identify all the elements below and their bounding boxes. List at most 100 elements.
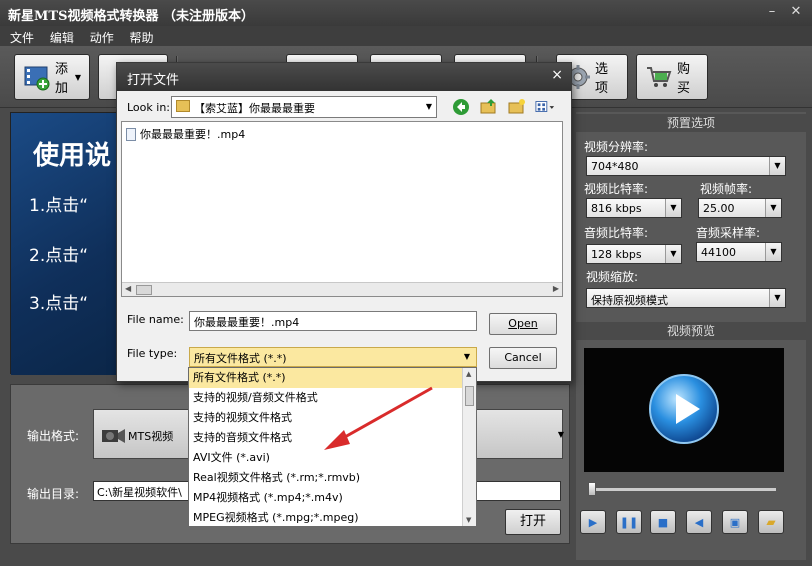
cancel-button[interactable]: Cancel [489, 347, 557, 369]
seek-track[interactable] [590, 488, 776, 491]
cart-icon [645, 62, 673, 92]
file-name-label: File name: [127, 313, 184, 326]
instruction-heading: 使用说 [33, 141, 112, 171]
presets-header: 预置选项 [576, 114, 806, 132]
look-in-value: 【索艾蓝】你最最最重要 [194, 102, 315, 115]
menu-file[interactable]: 文件 [10, 26, 34, 46]
sample-rate-select[interactable]: 44100 ▼ [696, 242, 782, 262]
audio-bitrate-value: 128 kbps [591, 248, 642, 261]
scroll-down-icon[interactable]: ▼ [466, 516, 471, 524]
buy-button[interactable]: 购买 [636, 54, 708, 100]
resolution-select[interactable]: 704*480 ▼ [586, 156, 786, 176]
chevron-down-icon: ▼ [765, 199, 781, 217]
stop-button[interactable]: ■ [650, 510, 676, 534]
close-window-button[interactable]: ✕ [786, 3, 806, 21]
play-button[interactable]: ▶ [580, 510, 606, 534]
fps-select[interactable]: 25.00 ▼ [698, 198, 782, 218]
look-in-select[interactable]: 【索艾蓝】你最最最重要 ▼ [171, 96, 437, 118]
scroll-right-icon[interactable]: ▶ [553, 284, 559, 293]
file-type-value: 所有文件格式 (*.*) [194, 352, 287, 365]
file-type-option[interactable]: Real视频文件格式 (*.rm;*.rmvb) [189, 468, 476, 488]
file-list[interactable]: 你最最最重要！.mp4 ◀ ▶ [121, 121, 563, 297]
chevron-down-icon: ▼ [557, 430, 564, 439]
sample-rate-value: 44100 [701, 246, 736, 259]
minimize-button[interactable]: – [762, 3, 782, 21]
chevron-down-icon: ▼ [463, 352, 471, 361]
video-bitrate-label: 视频比特率: [584, 182, 649, 196]
window-title: 新星MTS视频格式转换器 （未注册版本） [8, 9, 254, 24]
instruction-banner: 使用说 1.点击“ 2.点击“ 3.点击“ [11, 113, 121, 375]
resolution-value: 704*480 [591, 160, 639, 173]
folder-icon [176, 100, 190, 112]
presets-panel: 预置选项 视频分辨率: 704*480 ▼ 视频比特率: 视频帧率: 816 k… [576, 112, 806, 560]
film-add-icon [23, 62, 51, 92]
open-button-label: Open [508, 317, 538, 330]
open-file-dialog: 打开文件 × Look in: 【索艾蓝】你最最最重要 ▼ 你最最最重要！.mp… [116, 62, 572, 382]
audio-bitrate-label: 音频比特率: [584, 226, 649, 240]
menu-help[interactable]: 帮助 [130, 26, 154, 46]
play-icon[interactable] [647, 372, 721, 449]
open-output-folder-button[interactable]: ▰ [758, 510, 784, 534]
video-scale-select[interactable]: 保持原视频模式 ▼ [586, 288, 786, 308]
camera-small-icon: ▣ [729, 515, 741, 529]
output-dir-label: 输出目录: [27, 487, 80, 501]
title-bar: 新星MTS视频格式转换器 （未注册版本） – ✕ [0, 0, 812, 26]
menu-edit[interactable]: 编辑 [50, 26, 74, 46]
dialog-title: 打开文件 [127, 73, 180, 88]
seek-handle[interactable] [588, 482, 596, 496]
snapshot-button[interactable]: ▣ [722, 510, 748, 534]
annotation-arrow-icon [324, 386, 433, 450]
back-icon[interactable] [451, 97, 471, 117]
look-in-label: Look in: [127, 101, 170, 114]
file-item[interactable]: 你最最最重要！.mp4 [126, 126, 245, 142]
menu-action[interactable]: 动作 [90, 26, 114, 46]
new-folder-icon[interactable] [507, 97, 527, 117]
instruction-step-1: 1.点击“ [29, 196, 89, 216]
file-item-name: 你最最最重要！.mp4 [140, 128, 246, 141]
file-type-select[interactable]: 所有文件格式 (*.*) ▼ [189, 347, 477, 367]
output-format-value: MTS视频 [128, 430, 174, 443]
dialog-title-bar: 打开文件 × [117, 63, 571, 91]
preview-header: 视频预览 [576, 322, 806, 340]
play-small-icon: ▶ [588, 515, 598, 529]
chevron-down-icon: ▼ [769, 157, 785, 175]
output-format-label: 输出格式: [27, 429, 80, 443]
buy-button-label: 购买 [677, 62, 691, 96]
add-button-label: 添加 [55, 62, 69, 96]
chevron-down-icon: ▼ [425, 102, 432, 111]
folder-icon: ▰ [766, 515, 776, 529]
video-bitrate-select[interactable]: 816 kbps ▼ [586, 198, 682, 218]
video-bitrate-value: 816 kbps [591, 202, 642, 215]
menu-bar: 文件 编辑 动作 帮助 [0, 26, 812, 46]
pause-icon: ❚❚ [619, 515, 639, 529]
file-name-input[interactable]: 你最最最重要！.mp4 [189, 311, 477, 331]
scroll-left-icon[interactable]: ◀ [125, 284, 131, 293]
chevron-down-icon: ▼ [665, 199, 681, 217]
up-folder-icon[interactable] [479, 97, 499, 117]
sample-rate-label: 音频采样率: [696, 226, 761, 240]
instruction-step-3: 3.点击“ [29, 294, 89, 314]
speaker-icon: ◀ [694, 515, 704, 529]
scroll-thumb[interactable] [136, 285, 152, 295]
pause-button[interactable]: ❚❚ [616, 510, 642, 534]
fps-label: 视频帧率: [700, 182, 753, 196]
dialog-close-button[interactable]: × [551, 67, 563, 83]
open-button[interactable]: Open [489, 313, 557, 335]
dropdown-scroll-thumb[interactable] [465, 386, 474, 406]
view-menu-icon[interactable] [535, 97, 555, 117]
add-button[interactable]: 添加 ▼ [14, 54, 90, 100]
scroll-up-icon[interactable]: ▲ [466, 370, 471, 378]
dropdown-scrollbar[interactable]: ▲ ▼ [462, 368, 476, 526]
file-type-option[interactable]: MPEG视频格式 (*.mpg;*.mpeg) [189, 508, 476, 526]
horizontal-scrollbar[interactable]: ◀ ▶ [122, 282, 562, 296]
file-type-label: File type: [127, 347, 178, 360]
stop-icon: ■ [657, 515, 669, 529]
audio-bitrate-select[interactable]: 128 kbps ▼ [586, 244, 682, 264]
video-preview [584, 348, 784, 472]
file-type-option[interactable]: MP4视频格式 (*.mp4;*.m4v) [189, 488, 476, 508]
open-folder-button[interactable]: 打开 [505, 509, 561, 535]
volume-button[interactable]: ◀ [686, 510, 712, 534]
chevron-down-icon: ▼ [769, 289, 785, 307]
chevron-down-icon: ▼ [665, 245, 681, 263]
fps-value: 25.00 [703, 202, 735, 215]
